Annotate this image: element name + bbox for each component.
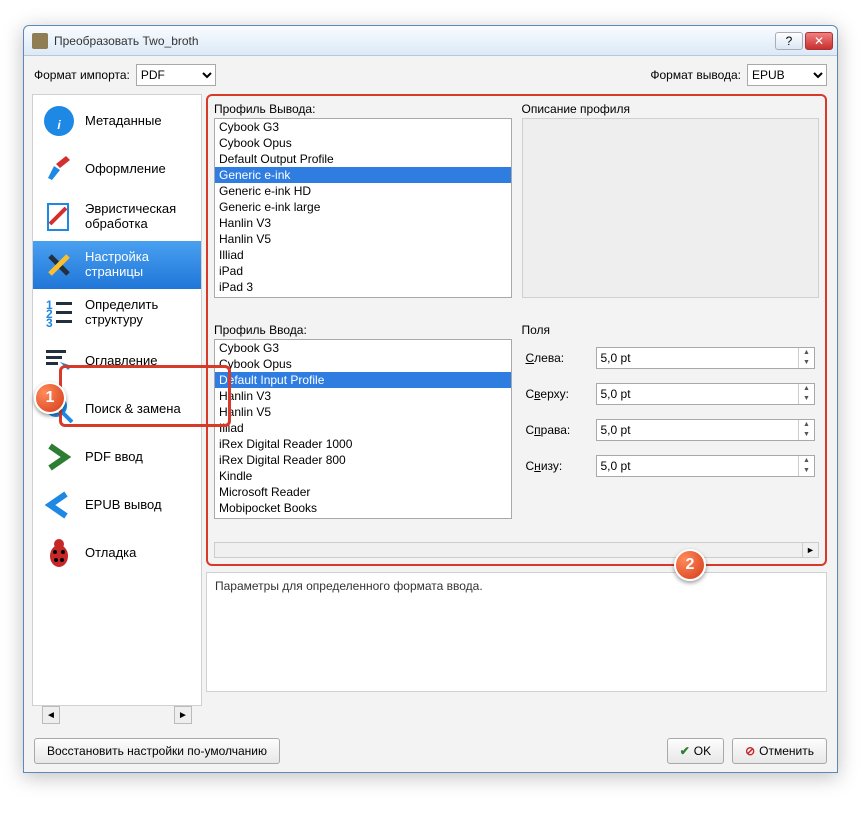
list-item[interactable]: Generic e-ink HD xyxy=(215,183,511,199)
input-profile-label: Профиль Ввода: xyxy=(214,323,512,337)
brush-icon xyxy=(41,151,77,187)
check-icon: ✔ xyxy=(680,744,690,758)
list-item[interactable]: Kindle xyxy=(215,468,511,484)
list-item[interactable]: Nook xyxy=(215,516,511,519)
document-icon xyxy=(41,199,77,235)
list-item[interactable]: Cybook Opus xyxy=(215,135,511,151)
list-item[interactable]: iRex Digital Reader 1000 xyxy=(215,295,511,298)
toc-icon xyxy=(41,343,77,379)
sidebar-item-heuristic[interactable]: Эвристическая обработка xyxy=(33,193,201,241)
profile-description-box xyxy=(522,118,820,298)
sidebar-item-pagesetup[interactable]: Настройка страницы xyxy=(33,241,201,289)
list-item[interactable]: iRex Digital Reader 800 xyxy=(215,452,511,468)
list-item[interactable]: Default Input Profile xyxy=(215,372,511,388)
list-item[interactable]: Default Output Profile xyxy=(215,151,511,167)
list-item[interactable]: Generic e-ink xyxy=(215,167,511,183)
cancel-icon: ⊘ xyxy=(745,744,755,758)
help-button[interactable]: ? xyxy=(775,32,803,50)
chevron-left-icon xyxy=(41,487,77,523)
list-item[interactable]: Generic e-ink large xyxy=(215,199,511,215)
callout-1: 1 xyxy=(34,382,66,414)
margin-bottom-spinner[interactable]: ▲▼ xyxy=(596,455,816,477)
list-item[interactable]: Illiad xyxy=(215,247,511,263)
titlebar: Преобразовать Two_broth ? ✕ xyxy=(24,26,837,56)
window-title: Преобразовать Two_broth xyxy=(54,34,773,48)
sidebar-item-look[interactable]: Оформление xyxy=(33,145,201,193)
output-format-select[interactable]: EPUB xyxy=(747,64,827,86)
close-button[interactable]: ✕ xyxy=(805,32,833,50)
output-profile-label: Профиль Вывода: xyxy=(214,102,512,116)
list-item[interactable]: Cybook G3 xyxy=(215,119,511,135)
sidebar-item-structure[interactable]: 123 Определить структуру xyxy=(33,289,201,337)
import-format-select[interactable]: PDF xyxy=(136,64,216,86)
list-icon: 123 xyxy=(41,295,77,331)
list-item[interactable]: Hanlin V3 xyxy=(215,388,511,404)
list-item[interactable]: Hanlin V5 xyxy=(215,404,511,420)
margin-left-spinner[interactable]: ▲▼ xyxy=(596,347,816,369)
list-item[interactable]: Cybook G3 xyxy=(215,340,511,356)
list-item[interactable]: Hanlin V3 xyxy=(215,215,511,231)
hint-box: Параметры для определенного формата ввод… xyxy=(206,572,827,692)
list-item[interactable]: iPad xyxy=(215,263,511,279)
callout-2: 2 xyxy=(674,549,706,581)
margin-right-spinner[interactable]: ▲▼ xyxy=(596,419,816,441)
hint-text: Параметры для определенного формата ввод… xyxy=(215,579,483,593)
import-format-label: Формат импорта: xyxy=(34,68,130,82)
margin-right-label: Справа: xyxy=(526,423,596,437)
cancel-button[interactable]: ⊘Отменить xyxy=(732,738,827,764)
profile-description-label: Описание профиля xyxy=(522,102,820,116)
app-icon xyxy=(32,33,48,49)
format-row: Формат импорта: PDF Формат вывода: EPUB xyxy=(24,56,837,94)
list-item[interactable]: Microsoft Reader xyxy=(215,484,511,500)
output-format-label: Формат вывода: xyxy=(650,68,741,82)
button-row: Восстановить настройки по-умолчанию ✔OK … xyxy=(24,730,837,772)
sidebar-scroll: ◄ ► xyxy=(32,706,202,730)
list-item[interactable]: Cybook Opus xyxy=(215,356,511,372)
tools-icon xyxy=(41,247,77,283)
scroll-right-button[interactable]: ► xyxy=(174,706,192,724)
margins-label: Поля xyxy=(522,323,820,337)
margin-top-label: Сверху: xyxy=(526,387,596,401)
restore-defaults-button[interactable]: Восстановить настройки по-умолчанию xyxy=(34,738,280,764)
margin-left-label: Слева: xyxy=(526,351,596,365)
bug-icon xyxy=(41,535,77,571)
chevron-right-icon xyxy=(41,439,77,475)
margin-top-spinner[interactable]: ▲▼ xyxy=(596,383,816,405)
info-icon: i xyxy=(41,103,77,139)
main-horizontal-scrollbar[interactable]: ► xyxy=(214,542,819,558)
list-item[interactable]: Mobipocket Books xyxy=(215,500,511,516)
output-profile-listbox[interactable]: Cybook G3Cybook OpusDefault Output Profi… xyxy=(214,118,512,298)
sidebar-item-metadata[interactable]: i Метаданные xyxy=(33,97,201,145)
list-item[interactable]: Hanlin V5 xyxy=(215,231,511,247)
sidebar-item-pdfin[interactable]: PDF ввод xyxy=(33,433,201,481)
list-item[interactable]: iPad 3 xyxy=(215,279,511,295)
ok-button[interactable]: ✔OK xyxy=(667,738,724,764)
svg-text:3: 3 xyxy=(46,316,53,330)
sidebar-item-epubout[interactable]: EPUB вывод xyxy=(33,481,201,529)
margin-bottom-label: Снизу: xyxy=(526,459,596,473)
highlight-frame-main: Профиль Вывода: Cybook G3Cybook OpusDefa… xyxy=(206,94,827,566)
sidebar-item-debug[interactable]: Отладка xyxy=(33,529,201,577)
list-item[interactable]: iRex Digital Reader 1000 xyxy=(215,436,511,452)
input-profile-listbox[interactable]: Cybook G3Cybook OpusDefault Input Profil… xyxy=(214,339,512,519)
sidebar-item-toc[interactable]: Оглавление xyxy=(33,337,201,385)
list-item[interactable]: Illiad xyxy=(215,420,511,436)
scroll-left-button[interactable]: ◄ xyxy=(42,706,60,724)
margins-panel: Слева: ▲▼ Сверху: ▲▼ Справа: ▲▼ xyxy=(522,339,820,477)
